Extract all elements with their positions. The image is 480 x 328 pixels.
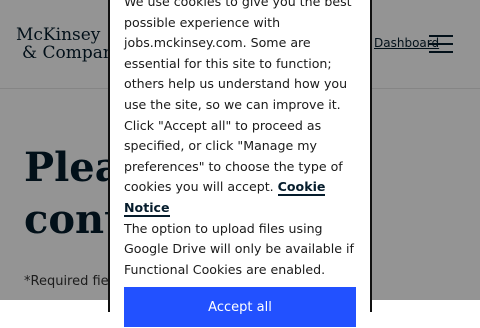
google-drive-note: The option to upload files using Google … [124,220,354,277]
accept-all-button[interactable]: Accept all [124,287,356,327]
cookie-dialog-body: We use cookies to give you the best poss… [124,0,364,280]
cookie-instructions: Click "Accept all" to proceed as specifi… [124,116,364,219]
cookie-intro-text: We use cookies to give you the best poss… [124,0,352,112]
cookie-consent-dialog: We use cookies to give you the best poss… [108,0,372,327]
